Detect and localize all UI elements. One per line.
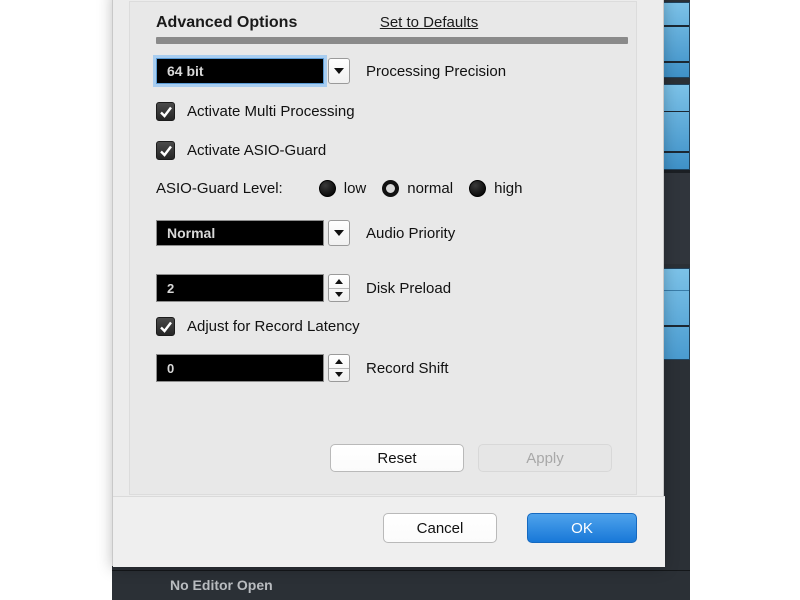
record-latency-label: Adjust for Record Latency: [187, 318, 360, 335]
header-separator: [156, 37, 628, 44]
row-audio-priority: Normal Audio Priority: [156, 220, 455, 246]
stepper-down-button[interactable]: [329, 289, 349, 302]
reset-button[interactable]: Reset: [330, 444, 464, 472]
radio-high-icon[interactable]: [469, 180, 487, 197]
status-text: No Editor Open: [170, 577, 273, 593]
triangle-down-icon: [335, 292, 343, 298]
radio-option-normal[interactable]: normal: [382, 180, 453, 197]
stepper-down-button[interactable]: [329, 369, 349, 382]
processing-precision-dropdown-button[interactable]: [328, 58, 350, 84]
audio-priority-dropdown-button[interactable]: [328, 220, 350, 246]
processing-precision-select[interactable]: 64 bit: [153, 55, 327, 87]
record-shift-input[interactable]: 0: [156, 354, 324, 382]
record-shift-stepper[interactable]: [328, 354, 350, 382]
row-processing-precision: 64 bit Processing Precision: [153, 55, 507, 87]
stepper-up-button[interactable]: [329, 355, 349, 369]
radio-normal-icon[interactable]: [382, 180, 400, 197]
checkmark-icon: [159, 145, 172, 157]
radio-option-low[interactable]: low: [318, 180, 367, 197]
stepper-up-button[interactable]: [329, 275, 349, 289]
set-to-defaults-link[interactable]: Set to Defaults: [380, 14, 478, 31]
preferences-dialog: Advanced Options Set to Defaults 64 bit …: [112, 0, 665, 567]
row-record-shift: 0 Record Shift: [156, 354, 449, 382]
status-bar: No Editor Open: [112, 570, 690, 600]
disk-preload-value: 2: [167, 280, 175, 296]
row-disk-preload: 2 Disk Preload: [156, 274, 451, 302]
ok-button[interactable]: OK: [527, 513, 637, 543]
chevron-down-icon: [334, 68, 344, 74]
row-multi-processing[interactable]: Activate Multi Processing: [156, 102, 355, 121]
row-record-latency[interactable]: Adjust for Record Latency: [156, 317, 360, 336]
row-asio-guard-level: ASIO-Guard Level: low normal high: [156, 180, 538, 197]
dialog-footer: Cancel OK: [113, 496, 665, 567]
apply-button: Apply: [478, 444, 612, 472]
triangle-down-icon: [335, 372, 343, 378]
cancel-button[interactable]: Cancel: [383, 513, 497, 543]
checkmark-icon: [159, 321, 172, 333]
asio-guard-checkbox[interactable]: [156, 141, 175, 160]
audio-priority-select[interactable]: Normal: [156, 220, 324, 246]
row-asio-guard[interactable]: Activate ASIO-Guard: [156, 141, 326, 160]
asio-guard-level-label: ASIO-Guard Level:: [156, 180, 283, 197]
radio-low-icon[interactable]: [318, 180, 336, 197]
disk-preload-stepper[interactable]: [328, 274, 350, 302]
advanced-options-panel: Advanced Options Set to Defaults 64 bit …: [129, 1, 637, 495]
audio-priority-label: Audio Priority: [366, 224, 456, 242]
processing-precision-label: Processing Precision: [366, 62, 507, 80]
screen: Ele No Editor Open Advanced Options Set …: [0, 0, 800, 600]
radio-high-label: high: [494, 180, 523, 197]
radio-option-high[interactable]: high: [469, 180, 522, 197]
record-shift-value: 0: [167, 360, 175, 376]
processing-precision-value: 64 bit: [167, 63, 204, 79]
footer-button-bar: Cancel OK: [383, 513, 637, 543]
triangle-up-icon: [335, 278, 343, 284]
disk-preload-label: Disk Preload: [366, 279, 452, 297]
panel-button-bar: Reset Apply: [330, 444, 620, 472]
radio-normal-label: normal: [407, 180, 454, 197]
asio-guard-level-radio-group: low normal high: [318, 180, 539, 197]
multi-processing-label: Activate Multi Processing: [187, 103, 355, 120]
screenshot-crop-margin: [690, 0, 800, 600]
record-latency-checkbox[interactable]: [156, 317, 175, 336]
triangle-up-icon: [335, 358, 343, 364]
radio-low-label: low: [343, 180, 367, 197]
checkmark-icon: [159, 106, 172, 118]
chevron-down-icon: [334, 230, 344, 236]
record-shift-label: Record Shift: [366, 359, 449, 377]
asio-guard-label: Activate ASIO-Guard: [187, 142, 327, 159]
audio-priority-value: Normal: [167, 225, 216, 241]
panel-title: Advanced Options: [156, 14, 298, 31]
multi-processing-checkbox[interactable]: [156, 102, 175, 121]
disk-preload-input[interactable]: 2: [156, 274, 324, 302]
panel-header: Advanced Options Set to Defaults: [156, 14, 626, 32]
